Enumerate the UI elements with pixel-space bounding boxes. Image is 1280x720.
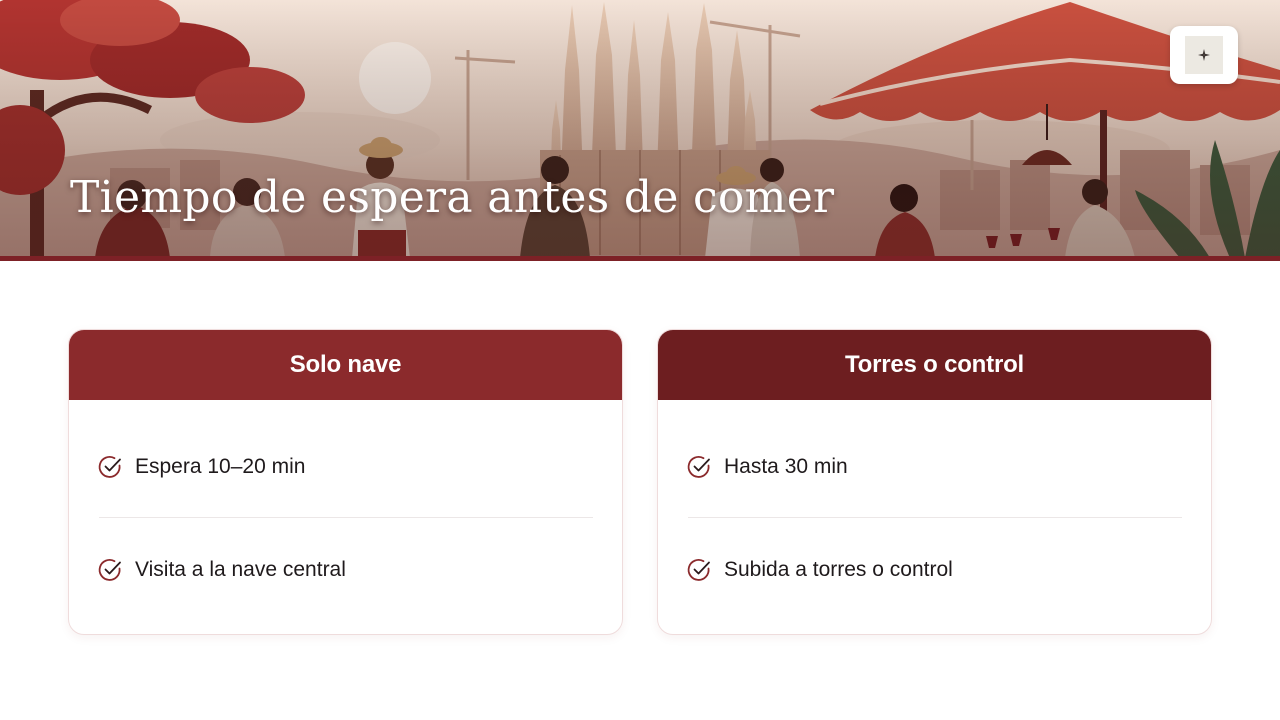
compass-rose-icon xyxy=(1198,49,1210,61)
list-item-label: Hasta 30 min xyxy=(724,455,848,478)
list-item: Espera 10–20 min xyxy=(97,453,595,481)
check-circle-icon xyxy=(98,456,121,478)
hero-banner: Tiempo de espera antes de comer xyxy=(0,0,1280,258)
page-title: Tiempo de espera antes de comer xyxy=(70,172,835,223)
logo-button[interactable] xyxy=(1170,26,1238,84)
check-circle-icon xyxy=(98,559,121,581)
card-solo-nave: Solo nave Espera 10–20 min Visita a la n… xyxy=(68,329,623,635)
logo-badge xyxy=(1185,36,1223,74)
card-torres-o-control: Torres o control Hasta 30 min Subida a t… xyxy=(657,329,1212,635)
check-circle-icon xyxy=(687,559,710,581)
row-divider xyxy=(688,517,1182,518)
card-header: Solo nave xyxy=(69,330,622,400)
list-item: Subida a torres o control xyxy=(686,556,1184,584)
comparison-cards: Solo nave Espera 10–20 min Visita a la n… xyxy=(68,329,1213,635)
list-item: Hasta 30 min xyxy=(686,453,1184,481)
hero-divider xyxy=(0,256,1280,261)
card-header: Torres o control xyxy=(658,330,1211,400)
list-item: Visita a la nave central xyxy=(97,556,595,584)
check-circle-icon xyxy=(687,456,710,478)
list-item-label: Visita a la nave central xyxy=(135,558,346,581)
list-item-label: Subida a torres o control xyxy=(724,558,953,581)
row-divider xyxy=(99,517,593,518)
list-item-label: Espera 10–20 min xyxy=(135,455,306,478)
